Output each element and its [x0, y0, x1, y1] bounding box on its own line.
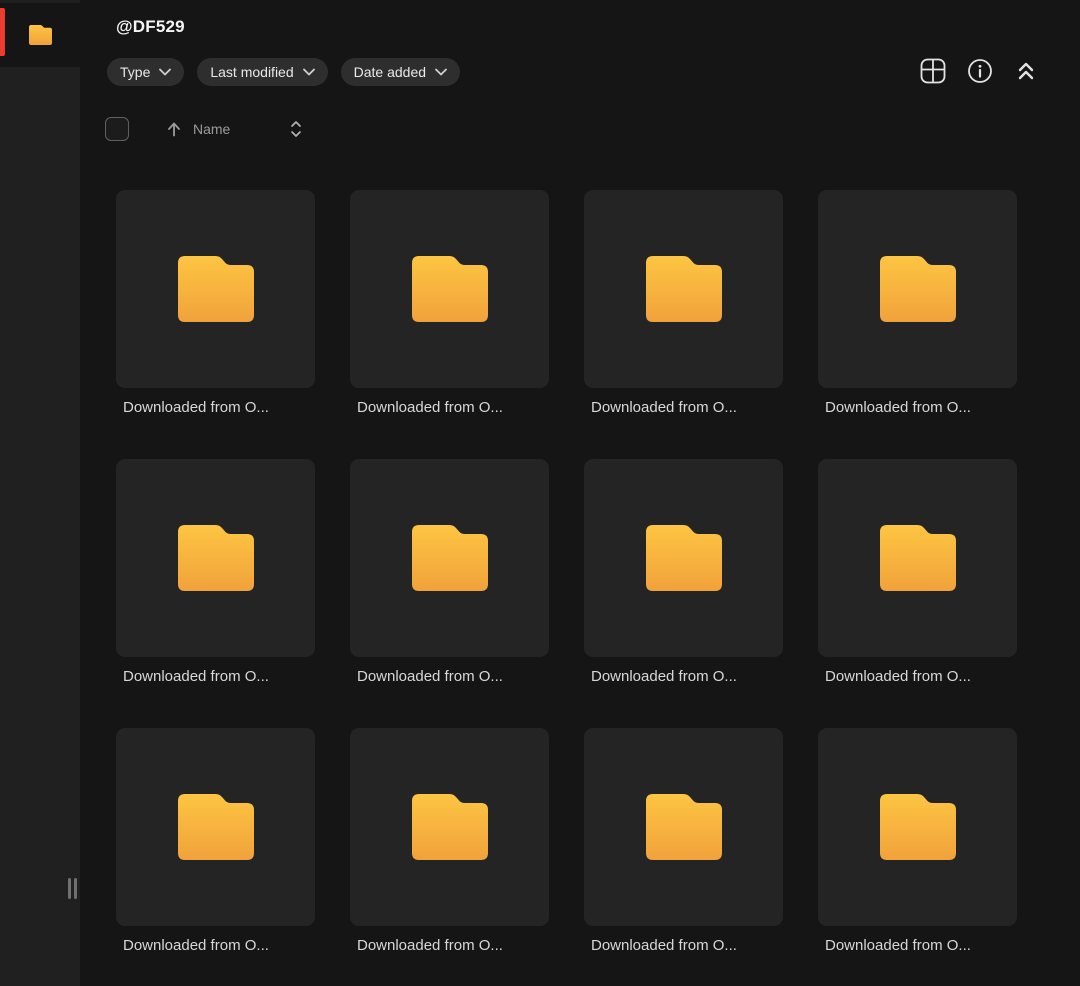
- folder-icon: [411, 256, 488, 322]
- filter-last-modified-button[interactable]: Last modified: [197, 58, 328, 86]
- folder-card[interactable]: [116, 459, 315, 657]
- chevron-down-icon: [302, 68, 315, 76]
- filter-date-added-label: Date added: [353, 64, 427, 80]
- file-label[interactable]: Downloaded from O...: [116, 399, 315, 416]
- folder-icon: [879, 794, 956, 860]
- file-item: Downloaded from O...: [818, 459, 1017, 728]
- arrow-up-icon: [168, 122, 180, 137]
- filter-type-button[interactable]: Type: [107, 58, 185, 86]
- file-item: Downloaded from O...: [350, 728, 549, 986]
- collapse-up-icon[interactable]: [1014, 58, 1038, 84]
- folder-icon: [879, 525, 956, 591]
- folder-card[interactable]: [584, 459, 783, 657]
- main-content: @DF529 Type Last modified Date added Nam…: [80, 0, 1080, 986]
- list-header: Name: [105, 117, 303, 141]
- sidebar: [0, 0, 80, 986]
- folder-icon: [879, 256, 956, 322]
- filter-type-label: Type: [120, 64, 151, 80]
- folder-icon: [177, 525, 254, 591]
- folder-card[interactable]: [116, 728, 315, 926]
- file-item: Downloaded from O...: [350, 459, 549, 728]
- file-label[interactable]: Downloaded from O...: [818, 399, 1017, 416]
- file-item: Downloaded from O...: [116, 728, 315, 986]
- filter-date-added-button[interactable]: Date added: [340, 58, 461, 86]
- view-toolbar: [920, 58, 1038, 84]
- folder-card[interactable]: [818, 190, 1017, 388]
- folder-icon: [645, 794, 722, 860]
- folder-card[interactable]: [818, 459, 1017, 657]
- folder-icon: [28, 25, 52, 45]
- folder-card[interactable]: [350, 728, 549, 926]
- file-label[interactable]: Downloaded from O...: [584, 399, 783, 416]
- sort-direction-toggle-icon[interactable]: [289, 119, 303, 139]
- active-indicator: [0, 8, 5, 56]
- file-item: Downloaded from O...: [350, 190, 549, 459]
- info-icon[interactable]: [967, 58, 993, 84]
- file-item: Downloaded from O...: [116, 190, 315, 459]
- file-label[interactable]: Downloaded from O...: [818, 668, 1017, 685]
- sort-by-name[interactable]: Name: [165, 120, 230, 138]
- file-item: Downloaded from O...: [818, 728, 1017, 986]
- folder-icon: [177, 794, 254, 860]
- grid-view-icon[interactable]: [920, 58, 946, 84]
- filter-last-modified-label: Last modified: [210, 64, 294, 80]
- chevron-down-icon: [159, 68, 172, 76]
- file-label[interactable]: Downloaded from O...: [584, 668, 783, 685]
- file-item: Downloaded from O...: [584, 728, 783, 986]
- folder-card[interactable]: [818, 728, 1017, 926]
- file-manager-window: @DF529 Type Last modified Date added Nam…: [0, 0, 1080, 986]
- file-label[interactable]: Downloaded from O...: [116, 937, 315, 954]
- file-label[interactable]: Downloaded from O...: [116, 668, 315, 685]
- file-grid: Downloaded from O... Downloaded from O..…: [116, 190, 1017, 986]
- folder-card[interactable]: [584, 190, 783, 388]
- file-item: Downloaded from O...: [584, 190, 783, 459]
- file-item: Downloaded from O...: [818, 190, 1017, 459]
- file-label[interactable]: Downloaded from O...: [584, 937, 783, 954]
- folder-icon: [411, 794, 488, 860]
- file-label[interactable]: Downloaded from O...: [818, 937, 1017, 954]
- file-item: Downloaded from O...: [584, 459, 783, 728]
- file-label[interactable]: Downloaded from O...: [350, 668, 549, 685]
- folder-card[interactable]: [584, 728, 783, 926]
- folder-icon: [645, 525, 722, 591]
- filter-bar: Type Last modified Date added: [107, 58, 461, 86]
- file-label[interactable]: Downloaded from O...: [350, 399, 549, 416]
- folder-icon: [177, 256, 254, 322]
- folder-card[interactable]: [116, 190, 315, 388]
- sidebar-resize-handle[interactable]: [68, 878, 77, 899]
- page-title: @DF529: [116, 17, 185, 36]
- select-all-checkbox[interactable]: [105, 117, 129, 141]
- folder-icon: [645, 256, 722, 322]
- folder-icon: [411, 525, 488, 591]
- folder-card[interactable]: [350, 459, 549, 657]
- sidebar-item-active-folder[interactable]: [0, 3, 80, 67]
- chevron-down-icon: [435, 68, 447, 76]
- folder-card[interactable]: [350, 190, 549, 388]
- file-item: Downloaded from O...: [116, 459, 315, 728]
- sort-field-label: Name: [193, 121, 231, 137]
- file-label[interactable]: Downloaded from O...: [350, 937, 549, 954]
